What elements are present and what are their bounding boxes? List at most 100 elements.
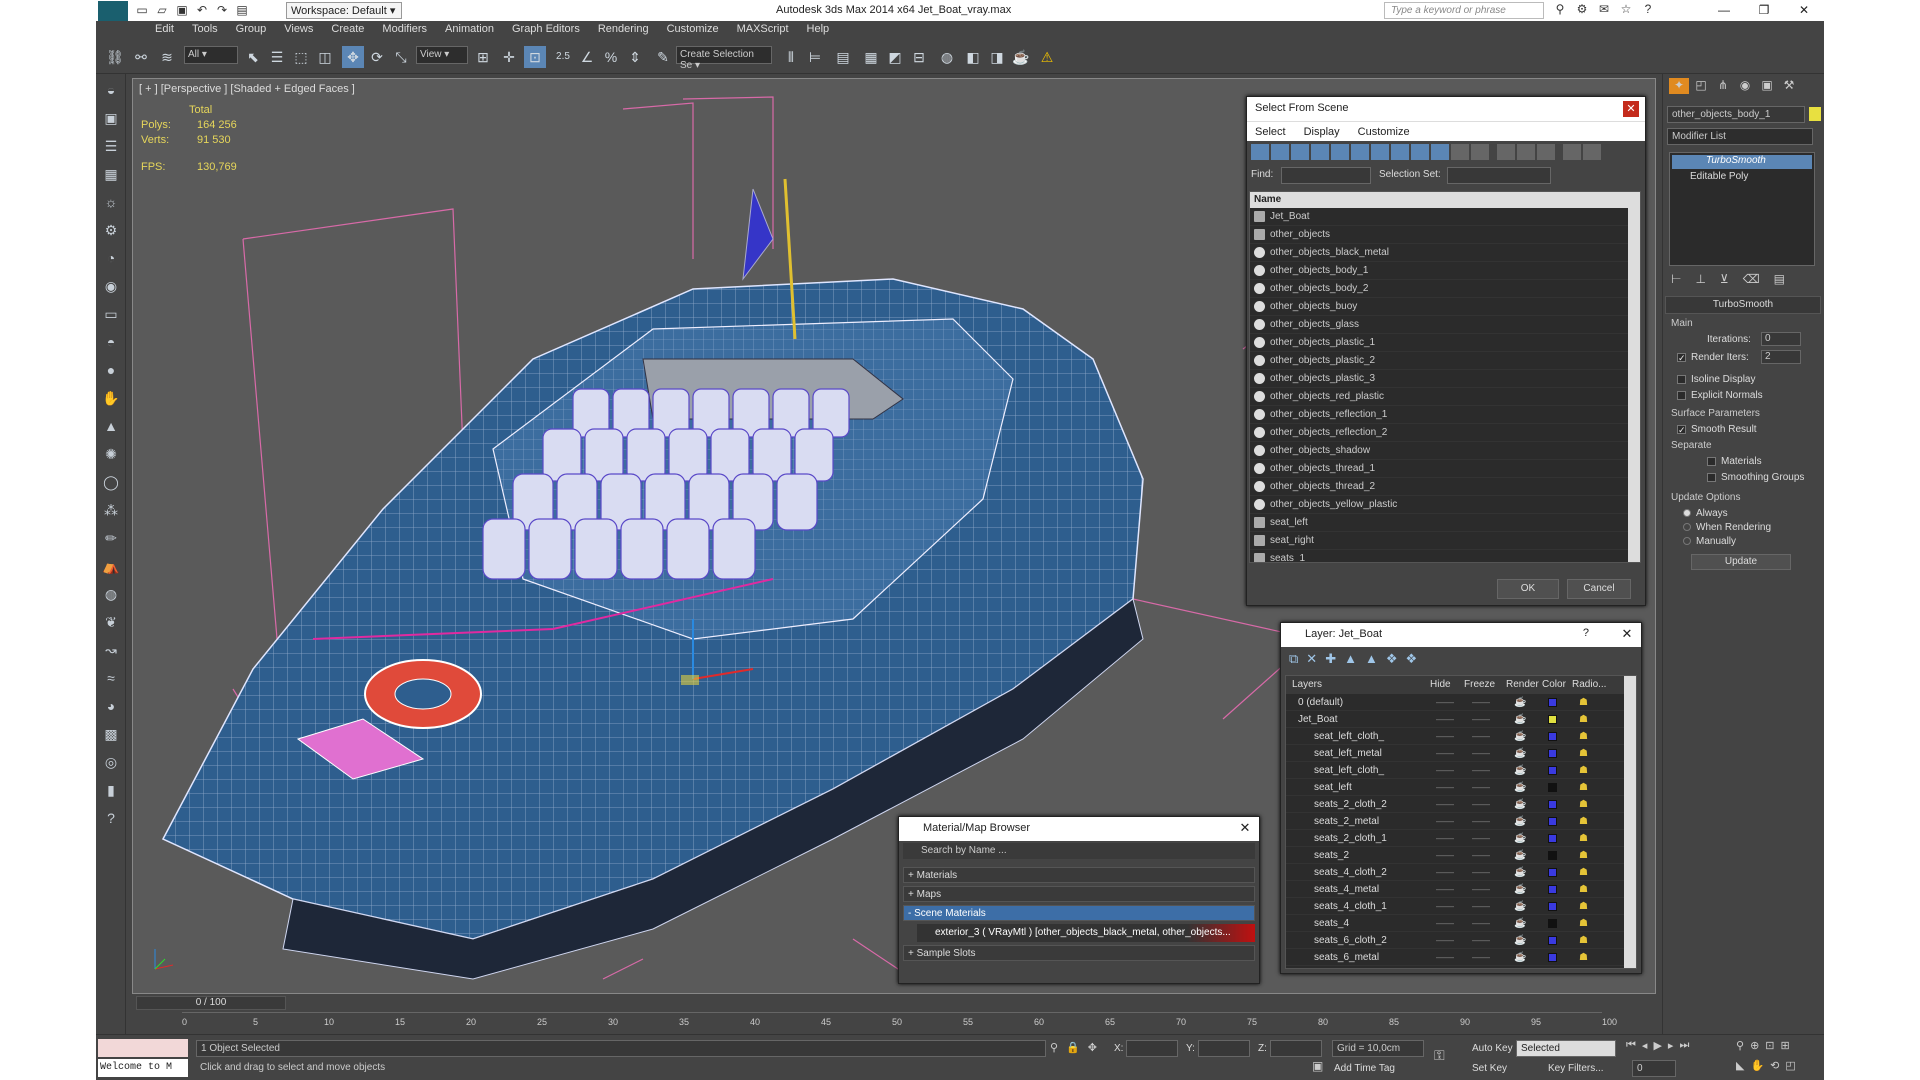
remove-modifier-icon[interactable]: ⌫: [1743, 272, 1760, 286]
field-of-view-icon[interactable]: ◣: [1736, 1059, 1744, 1072]
layer-color-swatch[interactable]: [1548, 885, 1557, 894]
freeze-toggle[interactable]: ——: [1472, 694, 1490, 711]
orbit-icon[interactable]: ⟲: [1770, 1059, 1779, 1072]
spinner-snap-icon[interactable]: ⇕: [624, 46, 646, 68]
radiosity-icon[interactable]: ☗: [1579, 847, 1588, 864]
keyboard-shortcut-override-icon[interactable]: ⊡: [524, 46, 546, 68]
hide-toggle[interactable]: ——: [1436, 915, 1454, 932]
zoom-extents-icon[interactable]: ⊡: [1765, 1039, 1774, 1052]
bind-space-warp-icon[interactable]: ≋: [156, 46, 178, 68]
favorites-icon[interactable]: ☆: [1618, 2, 1634, 18]
hide-toggle[interactable]: ——: [1436, 881, 1454, 898]
layer-row[interactable]: seat_left_cloth_ —— —— ☕ ☗: [1286, 728, 1636, 745]
dome-icon[interactable]: ◓: [99, 330, 123, 354]
freeze-toggle[interactable]: ——: [1472, 745, 1490, 762]
render-teapot-icon[interactable]: ☕: [1514, 796, 1526, 813]
display-shapes-icon[interactable]: [1271, 144, 1289, 160]
turbosmooth-rollout-header[interactable]: TurboSmooth: [1665, 296, 1821, 314]
render-teapot-icon[interactable]: ☕: [1514, 830, 1526, 847]
help-circle-icon[interactable]: ?: [99, 806, 123, 830]
zoom-icon[interactable]: ⚲: [1736, 1039, 1744, 1052]
display-cameras-icon[interactable]: [1311, 144, 1329, 160]
list-item[interactable]: other_objects_glass: [1250, 316, 1640, 334]
radiosity-icon[interactable]: ☗: [1579, 779, 1588, 796]
radiosity-icon[interactable]: ☗: [1579, 813, 1588, 830]
render-setup-icon[interactable]: ◧: [962, 46, 984, 68]
render-teapot-icon[interactable]: ☕: [1514, 949, 1526, 966]
utilities-tab-icon[interactable]: ⚒: [1779, 78, 1799, 94]
list-item[interactable]: seats_1: [1250, 550, 1640, 562]
layer-color-swatch[interactable]: [1548, 715, 1557, 724]
render-teapot-icon[interactable]: ☕: [1514, 813, 1526, 830]
ball-icon[interactable]: ◕: [99, 694, 123, 718]
render-teapot-icon[interactable]: ☕: [1514, 864, 1526, 881]
layer-row[interactable]: seats_6_cloth_2 —— —— ☕ ☗: [1286, 932, 1636, 949]
smoothing-groups-checkbox[interactable]: [1707, 472, 1716, 482]
ok-button[interactable]: OK: [1497, 579, 1559, 599]
layer-color-swatch[interactable]: [1548, 834, 1557, 843]
list-item[interactable]: seat_left: [1250, 514, 1640, 532]
radiosity-icon[interactable]: ☗: [1579, 711, 1588, 728]
hand-icon[interactable]: ✋: [99, 386, 123, 410]
menu-customize[interactable]: Customize: [658, 21, 728, 40]
hide-toggle[interactable]: ——: [1436, 779, 1454, 796]
separate-materials-checkbox[interactable]: [1707, 456, 1716, 466]
communication-icon[interactable]: ✉: [1596, 2, 1612, 18]
render-teapot-icon[interactable]: ☕: [1514, 728, 1526, 745]
radiosity-icon[interactable]: ☗: [1579, 881, 1588, 898]
absolute-mode-icon[interactable]: ✥: [1088, 1041, 1097, 1054]
close-icon[interactable]: ✕: [1784, 0, 1824, 21]
render-icon[interactable]: ▣: [99, 106, 123, 130]
col-render[interactable]: Render: [1506, 676, 1539, 694]
frame-ruler[interactable]: 0 5 10 15 20 25 30 35 40 45 50 55 60 65 70 75 80 85 90 95 10…: [182, 1012, 1617, 1032]
freeze-toggle[interactable]: ——: [1472, 949, 1490, 966]
add-time-tag[interactable]: Add Time Tag: [1334, 1063, 1395, 1074]
menu-edit[interactable]: Edit: [146, 21, 183, 40]
layer-color-swatch[interactable]: [1548, 800, 1557, 809]
render-teapot-icon[interactable]: ☕: [1514, 762, 1526, 779]
box-icon[interactable]: ▭: [99, 302, 123, 326]
edit-named-selection-icon[interactable]: ✎: [652, 46, 674, 68]
display-xrefs-icon[interactable]: [1391, 144, 1409, 160]
layer-color-swatch[interactable]: [1548, 851, 1557, 860]
list-item[interactable]: other_objects_yellow_plastic: [1250, 496, 1640, 514]
hierarchy-tab-icon[interactable]: ⋔: [1713, 78, 1733, 94]
list-item[interactable]: other_objects_black_metal: [1250, 244, 1640, 262]
update-button[interactable]: Update: [1691, 554, 1791, 570]
delete-layer-icon[interactable]: ✕: [1306, 651, 1317, 669]
new-layer-icon[interactable]: ⧉: [1289, 651, 1298, 669]
leaf-icon[interactable]: ❦: [99, 610, 123, 634]
x-field[interactable]: [1126, 1040, 1178, 1057]
set-key-button[interactable]: Set Key: [1472, 1063, 1507, 1074]
select-invert-icon[interactable]: [1537, 144, 1555, 160]
list-item[interactable]: other_objects_thread_1: [1250, 460, 1640, 478]
key-icon[interactable]: ⚿: [1434, 1047, 1445, 1064]
selection-filter-dropdown[interactable]: All ▾: [184, 46, 238, 64]
close-icon[interactable]: ✕: [1237, 820, 1253, 836]
show-end-result-icon[interactable]: ⊥: [1695, 272, 1705, 286]
freeze-toggle[interactable]: ——: [1472, 813, 1490, 830]
select-by-name-icon[interactable]: ☰: [266, 46, 288, 68]
radiosity-icon[interactable]: ☗: [1579, 898, 1588, 915]
list-item[interactable]: other_objects_reflection_1: [1250, 406, 1640, 424]
menu-rendering[interactable]: Rendering: [589, 21, 658, 40]
radiosity-icon[interactable]: ☗: [1579, 694, 1588, 711]
display-spacewarps-icon[interactable]: [1351, 144, 1369, 160]
snaps-toggle-icon[interactable]: 2.5: [552, 46, 574, 68]
named-selection-dropdown[interactable]: Create Selection Se ▾: [676, 46, 772, 71]
maximize-viewport-icon[interactable]: ⊞: [1781, 1039, 1790, 1052]
render-production-icon[interactable]: ☕: [1010, 46, 1032, 68]
layer-color-swatch[interactable]: [1548, 766, 1557, 775]
freeze-toggle[interactable]: ——: [1472, 796, 1490, 813]
hide-toggle[interactable]: ——: [1436, 813, 1454, 830]
schematic-view-icon[interactable]: ⊟: [908, 46, 930, 68]
layer-row[interactable]: seats_4_cloth_1 —— —— ☕ ☗: [1286, 898, 1636, 915]
select-and-scale-icon[interactable]: ⤡: [390, 46, 412, 68]
search-input[interactable]: Type a keyword or phrase: [1384, 2, 1544, 19]
zoom-all-icon[interactable]: ⊕: [1750, 1039, 1759, 1052]
menu-graph-editors[interactable]: Graph Editors: [503, 21, 589, 40]
sfs-menu-select[interactable]: Select: [1255, 122, 1286, 141]
menu-tools[interactable]: Tools: [183, 21, 227, 40]
iterations-spinner[interactable]: 0: [1761, 332, 1801, 346]
freeze-toggle[interactable]: ——: [1472, 915, 1490, 932]
